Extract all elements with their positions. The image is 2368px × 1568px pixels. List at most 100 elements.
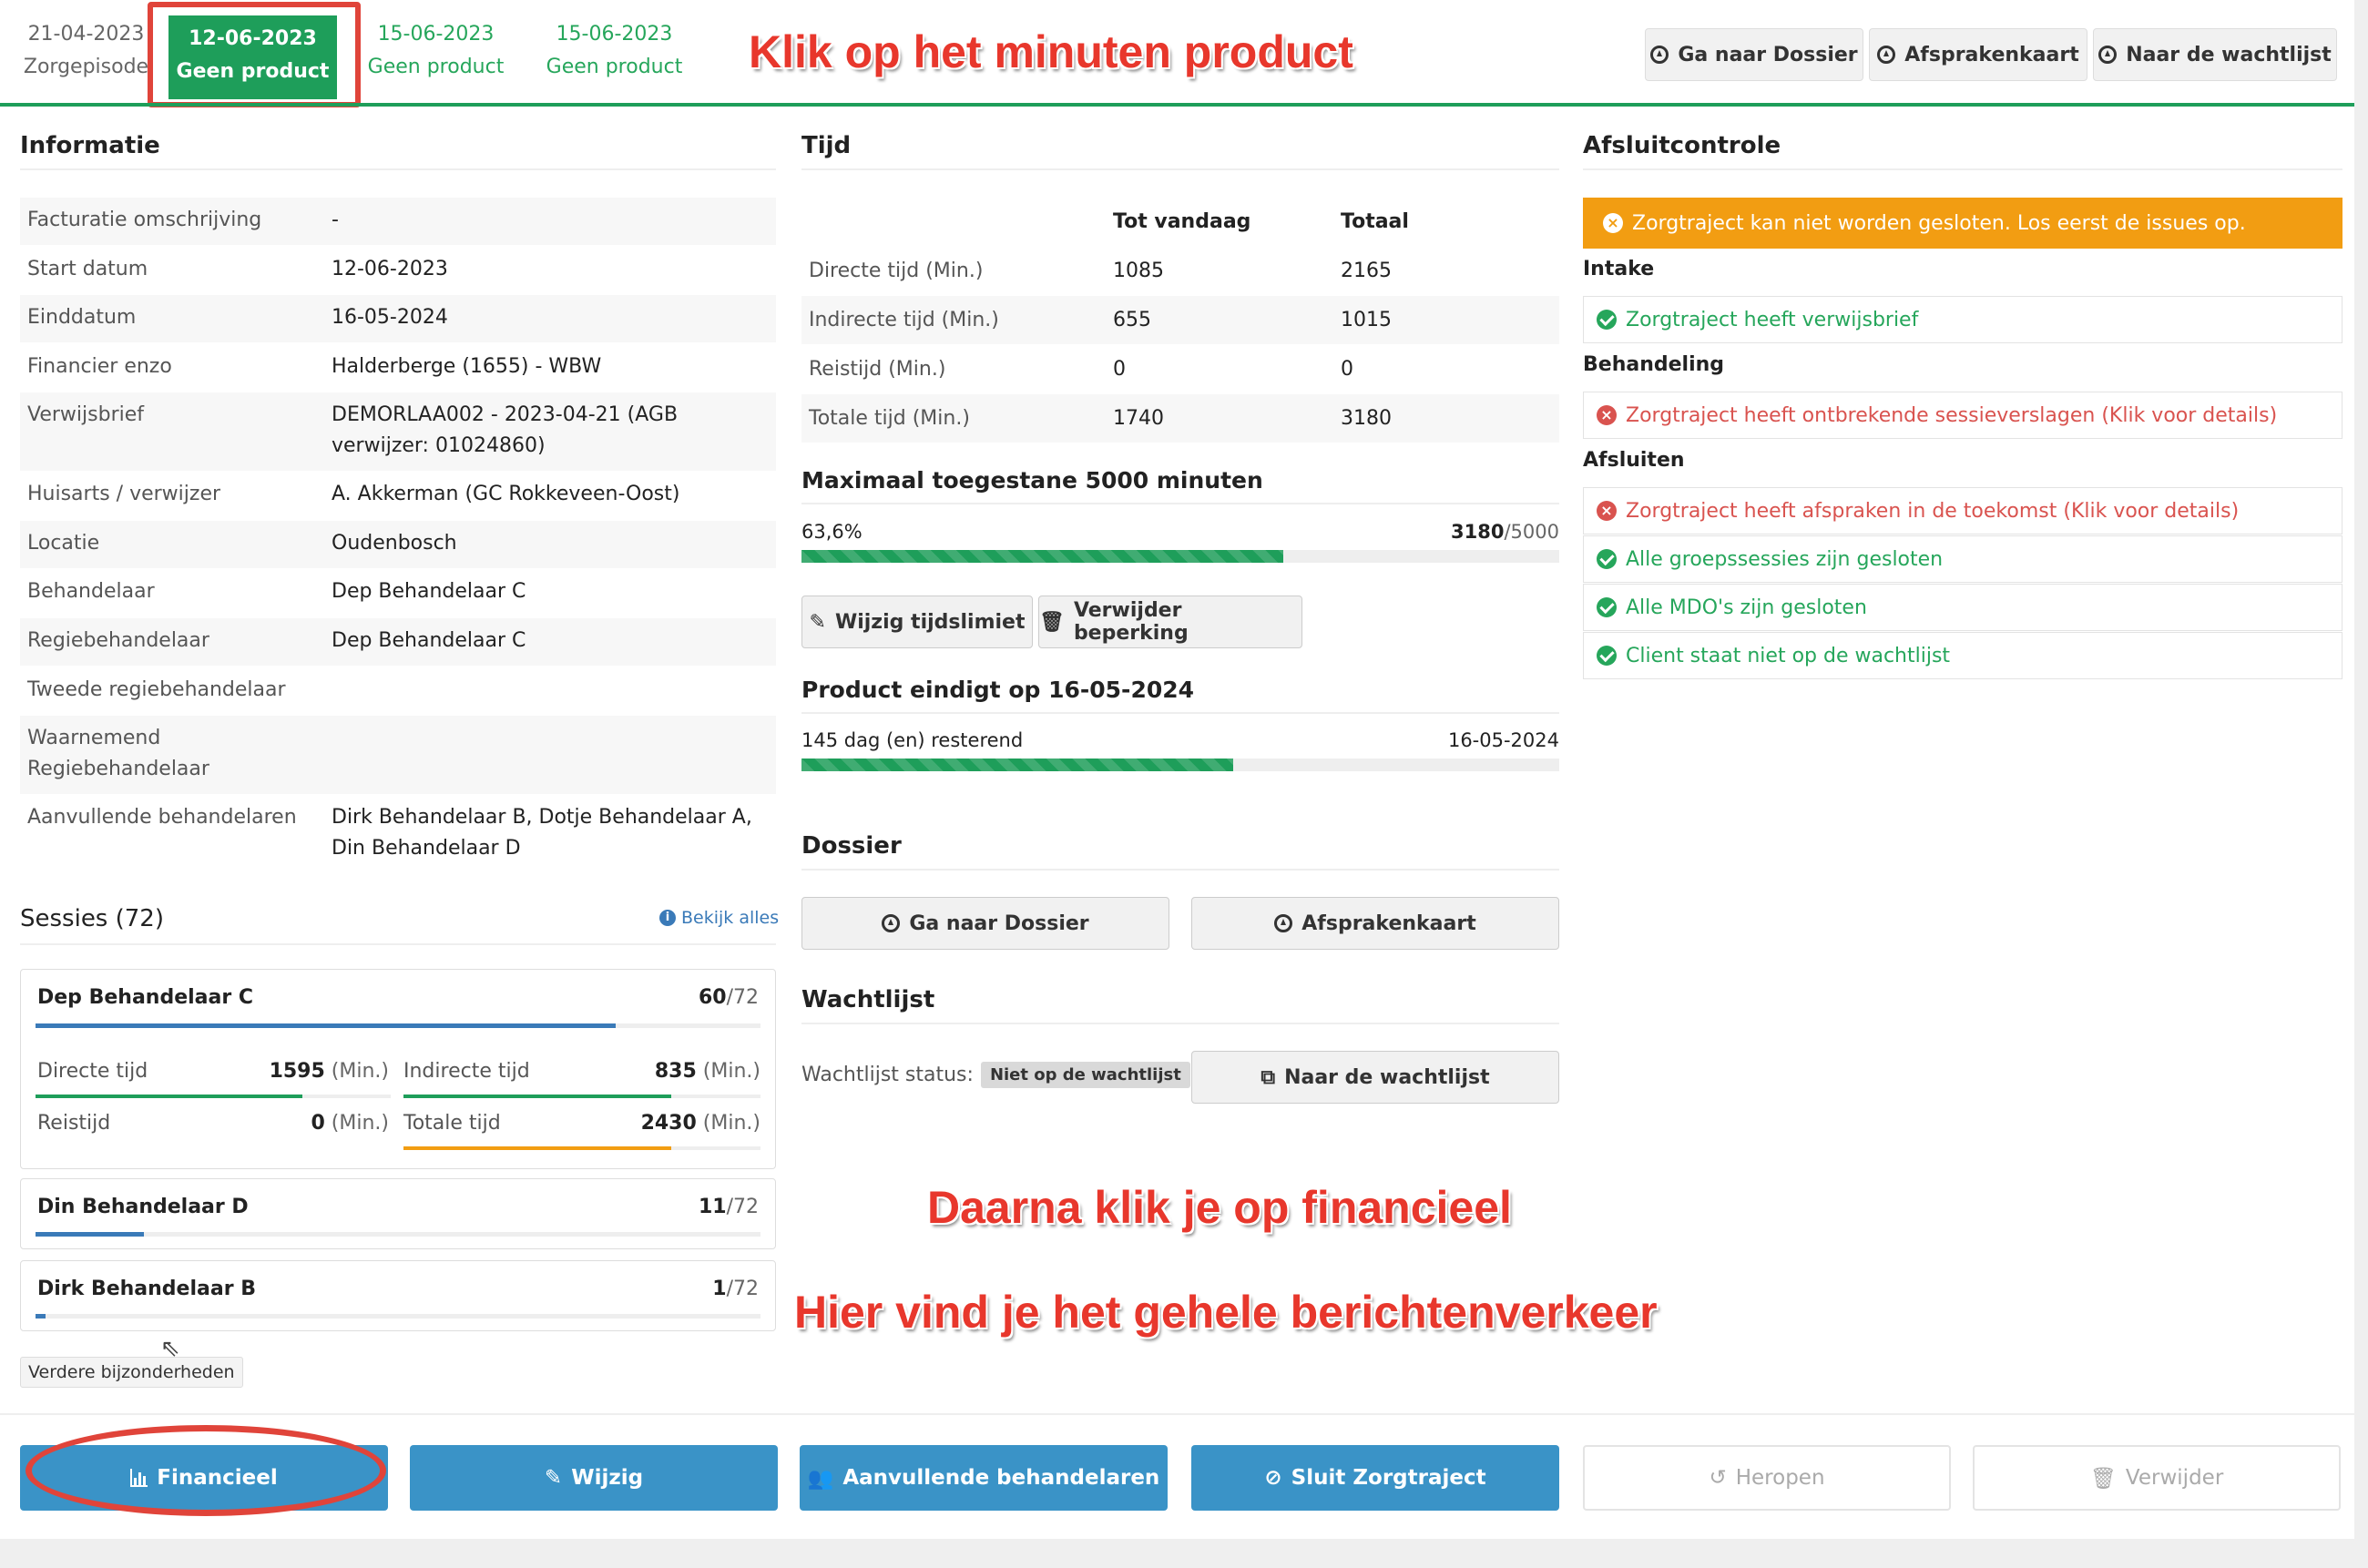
info-value: Dep Behandelaar C: [332, 580, 526, 603]
info-value: [324, 716, 776, 794]
session-card[interactable]: Din Behandelaar D 11/72: [20, 1178, 776, 1249]
check-text: Zorgtraject heeft ontbrekende sessievers…: [1626, 403, 2278, 427]
unit: (Min.): [331, 1060, 389, 1083]
tijd-row: Reistijd (Min.) 0 0: [801, 345, 1559, 393]
check-sessieverslagen[interactable]: × Zorgtraject heeft ontbrekende sessiever…: [1583, 392, 2342, 439]
dossier-afsprakenkaart-button[interactable]: Afsprakenkaart: [1191, 897, 1559, 950]
header-dossier-button[interactable]: Ga naar Dossier: [1645, 28, 1863, 81]
info-value: Halderberge (1655) - WBW: [332, 355, 602, 378]
highlight-box: [148, 2, 361, 107]
annotation-berichtenverkeer: Hier vind je het gehele berichtenverkeer: [794, 1287, 1658, 1338]
tijd-row: Totale tijd (Min.) 1740 3180: [801, 394, 1559, 443]
session-card[interactable]: Dep Behandelaar C 60/72 Directe tijd 159…: [20, 969, 776, 1169]
tijd-cell: 655: [1113, 309, 1151, 331]
info-key: Waarnemend Regiebehandelaar: [27, 727, 209, 780]
tijd-row: Directe tijd (Min.) 1085 2165: [801, 247, 1559, 295]
unit: (Min.): [702, 1060, 760, 1083]
trash-icon: 🗑: [1039, 610, 1065, 634]
check-text: Zorgtraject heeft verwijsbrief: [1626, 308, 1919, 331]
col-tot-vandaag: Tot vandaag: [1113, 210, 1251, 233]
tab-product-3[interactable]: 15-06-2023 Geen product: [530, 18, 699, 84]
session-name: Din Behandelaar D: [37, 1196, 249, 1218]
info-value: 12-06-2023: [332, 258, 448, 280]
button-label: Ga naar Dossier: [1678, 43, 1858, 66]
max-used-label: 3180/5000: [1366, 521, 1559, 543]
tijd-cell: Reistijd (Min.): [809, 358, 946, 381]
count-total: /72: [726, 1196, 759, 1218]
afsluit-check[interactable]: Client staat niet op de wachtlijst: [1583, 632, 2342, 679]
verwijder-beperking-button[interactable]: 🗑 Verwijder beperking: [1038, 596, 1302, 648]
info-value: A. Akkerman (GC Rokkeveen-Oost): [332, 483, 680, 505]
tab-zorgepisode[interactable]: 21-04-2023 Zorgepisode: [2, 18, 170, 84]
session-card[interactable]: Dirk Behandelaar B 1/72: [20, 1260, 776, 1331]
afsluit-check[interactable]: Alle groepssessies zijn gesloten: [1583, 535, 2342, 583]
info-value: 16-05-2024: [332, 306, 448, 329]
aanvullende-behandelaren-button[interactable]: 👥 Aanvullende behandelaren: [800, 1445, 1168, 1511]
unit: (Min.): [331, 1112, 389, 1135]
external-link-icon: ⧉: [1261, 1065, 1276, 1089]
tab-label: Geen product: [367, 56, 505, 78]
session-progress: [36, 1314, 760, 1319]
tijd-row: Indirecte tijd (Min.) 655 1015: [801, 296, 1559, 344]
count-total: /72: [726, 1278, 759, 1300]
sluit-zorgtraject-button[interactable]: ⊘ Sluit Zorgtraject: [1191, 1445, 1559, 1511]
tab-date: 15-06-2023: [556, 23, 673, 46]
arrow-circle-up-icon: [1274, 914, 1293, 932]
verdere-bijzonderheden-button[interactable]: Verdere bijzonderheden: [20, 1357, 243, 1388]
tab-underline: [0, 103, 2354, 107]
ban-icon: ⊘: [1264, 1466, 1282, 1490]
afsluit-check[interactable]: Alle MDO's zijn gesloten: [1583, 584, 2342, 631]
afsluitcontrole-heading: Afsluitcontrole: [1583, 132, 2342, 170]
undo-icon: ↺: [1709, 1466, 1727, 1490]
sessies-heading: Sessies (72): [20, 905, 164, 932]
button-label: Verwijder: [2125, 1466, 2224, 1490]
wijzig-button[interactable]: ✎ Wijzig: [410, 1445, 778, 1511]
reis-label: Reistijd: [37, 1112, 111, 1135]
session-progress: [36, 1023, 760, 1028]
max-minuten-progress: [801, 550, 1559, 563]
tijd-heading: Tijd: [801, 132, 1559, 170]
button-label: Naar de wachtlijst: [1284, 1065, 1490, 1089]
check-circle-icon: [1597, 310, 1617, 330]
heropen-button[interactable]: ↺ Heropen: [1583, 1445, 1951, 1511]
tab-label: Geen product: [546, 56, 683, 78]
value: 0: [311, 1112, 325, 1135]
header-wachtlijst-button[interactable]: Naar de wachtlijst: [2093, 28, 2337, 81]
info-key: Aanvullende behandelaren: [27, 806, 297, 829]
tijd-cell: 1015: [1341, 309, 1392, 331]
bekijk-alles-link[interactable]: i Bekijk alles: [659, 908, 779, 928]
tab-product-2[interactable]: 15-06-2023 Geen product: [352, 18, 520, 84]
progress-fill: [36, 1314, 46, 1319]
progress-fill: [36, 1023, 616, 1028]
afsluit-check[interactable]: × Zorgtraject heeft afspraken in de toeko…: [1583, 487, 2342, 535]
status-label: Wachtlijst status:: [801, 1064, 974, 1086]
status-badge: Niet op de wachtlijst: [980, 1062, 1190, 1088]
button-label: Verwijder beperking: [1073, 599, 1189, 645]
indirect-value: 835 (Min.): [556, 1060, 760, 1083]
wijzig-tijdslimiet-button[interactable]: ✎ Wijzig tijdslimiet: [801, 596, 1033, 648]
button-label: Afsprakenkaart: [1301, 911, 1476, 935]
header-afsprakenkaart-button[interactable]: Afsprakenkaart: [1869, 28, 2087, 81]
naar-wachtlijst-button[interactable]: ⧉ Naar de wachtlijst: [1191, 1051, 1559, 1104]
info-key: Facturatie omschrijving: [27, 209, 262, 231]
session-count: 11/72: [699, 1196, 759, 1218]
direct-label: Directe tijd: [37, 1060, 148, 1083]
session-progress: [36, 1232, 760, 1237]
users-icon: 👥: [807, 1466, 834, 1491]
info-row: Behandelaar Dep Behandelaar C: [20, 569, 776, 616]
pencil-icon: ✎: [544, 1466, 563, 1490]
direct-value: 1595 (Min.): [185, 1060, 389, 1083]
check-verwijsbrief[interactable]: Zorgtraject heeft verwijsbrief: [1583, 296, 2342, 343]
tijd-cell: Totale tijd (Min.): [809, 407, 970, 430]
info-value: Dirk Behandelaar B, Dotje Behandelaar A,…: [332, 806, 752, 860]
divider: [20, 943, 776, 945]
count-total: /72: [726, 986, 759, 1009]
count-value: 11: [698, 1196, 727, 1218]
product-eindigt-heading: Product eindigt op 16-05-2024: [801, 677, 1559, 714]
tab-date: 15-06-2023: [377, 23, 495, 46]
afsluiten-label: Afsluiten: [1583, 449, 1685, 472]
dossier-ga-naar-button[interactable]: Ga naar Dossier: [801, 897, 1169, 950]
warning-text: Zorgtraject kan niet worden gesloten. Lo…: [1632, 211, 2246, 235]
tijd-cell: Directe tijd (Min.): [809, 260, 984, 282]
verwijder-button[interactable]: 🗑 Verwijder: [1973, 1445, 2341, 1511]
